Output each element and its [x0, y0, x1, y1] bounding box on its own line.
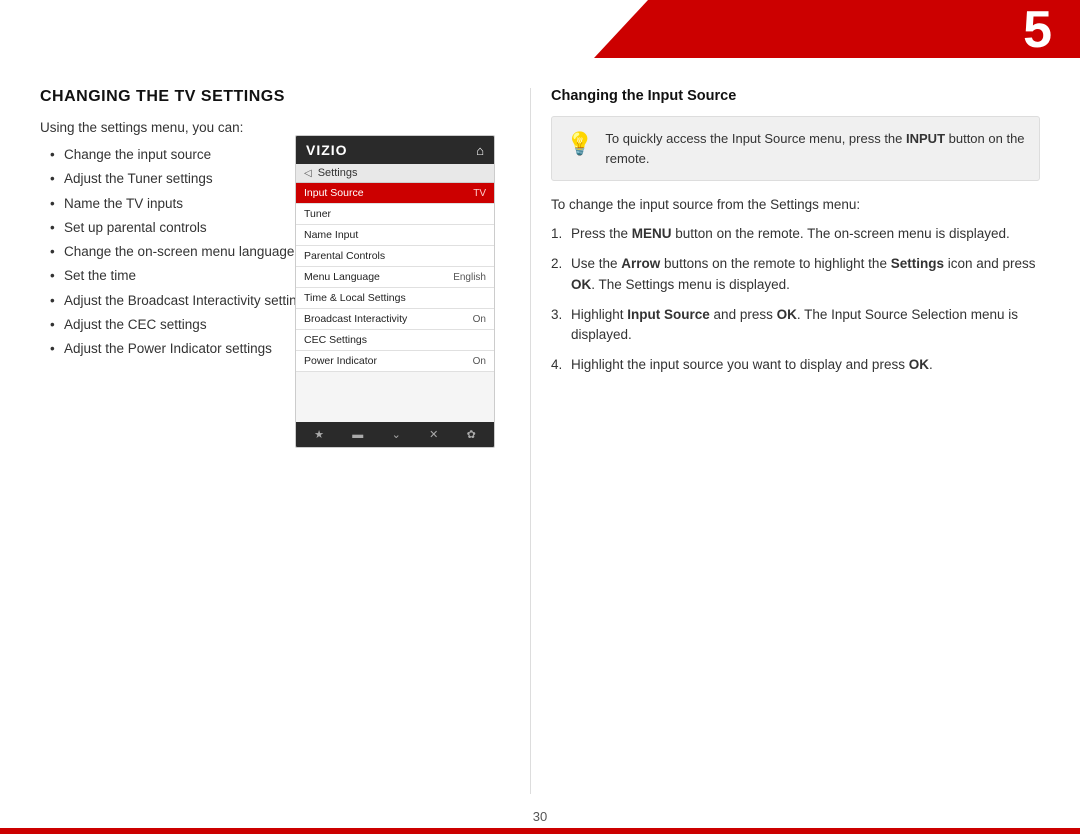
menu-header-row: ◁ Settings [296, 164, 494, 183]
remote-btn-gear: ✿ [467, 428, 476, 441]
menu-item-time-local[interactable]: Time & Local Settings [296, 288, 494, 309]
step-number: 3. [551, 305, 562, 325]
list-item: 2. Use the Arrow buttons on the remote t… [551, 254, 1040, 295]
menu-item-label: Tuner [304, 208, 331, 220]
steps-intro: To change the input source from the Sett… [551, 197, 1040, 212]
menu-item-broadcast[interactable]: Broadcast Interactivity On [296, 309, 494, 330]
chapter-number: 5 [1023, 4, 1052, 56]
home-icon: ⌂ [476, 143, 484, 158]
step-number: 4. [551, 355, 562, 375]
bottom-bar [0, 828, 1080, 834]
menu-item-label: Time & Local Settings [304, 292, 406, 304]
remote-btn-star: ★ [314, 428, 324, 441]
vizio-logo: VIZIO [306, 142, 348, 158]
lightbulb-icon: 💡 [566, 131, 593, 157]
remote-btn-x: ✕ [429, 428, 438, 441]
tip-box: 💡 To quickly access the Input Source men… [551, 116, 1040, 181]
menu-item-menu-language[interactable]: Menu Language English [296, 267, 494, 288]
menu-item-name-input[interactable]: Name Input [296, 225, 494, 246]
menu-item-cec-settings[interactable]: CEC Settings [296, 330, 494, 351]
menu-item-value: TV [473, 188, 486, 199]
right-column: Changing the Input Source 💡 To quickly a… [530, 88, 1040, 794]
tip-bold-word: INPUT [906, 131, 945, 146]
intro-text: Using the settings menu, you can: [40, 120, 510, 135]
list-item: 3. Highlight Input Source and press OK. … [551, 305, 1040, 346]
tv-menu-illustration: VIZIO ⌂ ◁ Settings Input Source TV Tuner… [295, 135, 495, 448]
menu-item-label: Input Source [304, 187, 364, 199]
list-item: 4. Highlight the input source you want t… [551, 355, 1040, 375]
step-number: 1. [551, 224, 562, 244]
remote-btn-down: ⌄ [392, 428, 401, 441]
back-arrow-icon: ◁ [304, 168, 312, 179]
remote-buttons-bar: ★ ▬ ⌄ ✕ ✿ [296, 422, 494, 447]
menu-item-value: On [473, 314, 486, 325]
numbered-list: 1. Press the MENU button on the remote. … [551, 224, 1040, 376]
list-item: 1. Press the MENU button on the remote. … [551, 224, 1040, 244]
step-text: Highlight Input Source and press OK. The… [571, 307, 1018, 342]
tv-menu-top-bar: VIZIO ⌂ [296, 136, 494, 164]
step-number: 2. [551, 254, 562, 274]
section-title: CHANGING THE TV SETTINGS [40, 88, 510, 106]
menu-header-label: Settings [318, 167, 358, 179]
menu-item-label: Power Indicator [304, 355, 377, 367]
step-bold: OK [571, 277, 591, 292]
menu-item-label: CEC Settings [304, 334, 367, 346]
right-section-title: Changing the Input Source [551, 88, 1040, 104]
menu-item-label: Broadcast Interactivity [304, 313, 407, 325]
tip-text: To quickly access the Input Source menu,… [605, 129, 1025, 168]
tip-text-before: To quickly access the Input Source menu,… [605, 131, 906, 146]
menu-item-tuner[interactable]: Tuner [296, 204, 494, 225]
menu-item-label: Name Input [304, 229, 358, 241]
step-bold: OK [777, 307, 797, 322]
step-bold: MENU [632, 226, 672, 241]
main-content: CHANGING THE TV SETTINGS Using the setti… [0, 58, 1080, 804]
remote-btn-menu: ▬ [352, 429, 363, 441]
page-number-footer: 30 [533, 809, 547, 824]
menu-item-input-source[interactable]: Input Source TV [296, 183, 494, 204]
menu-item-power-indicator[interactable]: Power Indicator On [296, 351, 494, 372]
step-text: Highlight the input source you want to d… [571, 357, 933, 372]
step-bold: Input Source [627, 307, 710, 322]
step-bold: Arrow [621, 256, 660, 271]
step-text: Press the MENU button on the remote. The… [571, 226, 1010, 241]
step-bold: Settings [891, 256, 944, 271]
top-bar [0, 0, 1080, 58]
menu-item-label: Parental Controls [304, 250, 385, 262]
menu-item-value: English [453, 272, 486, 283]
step-text: Use the Arrow buttons on the remote to h… [571, 256, 1036, 291]
menu-item-label: Menu Language [304, 271, 380, 283]
menu-item-parental-controls[interactable]: Parental Controls [296, 246, 494, 267]
step-bold: OK [909, 357, 929, 372]
menu-item-value: On [473, 356, 486, 367]
page-footer: 30 [0, 809, 1080, 824]
